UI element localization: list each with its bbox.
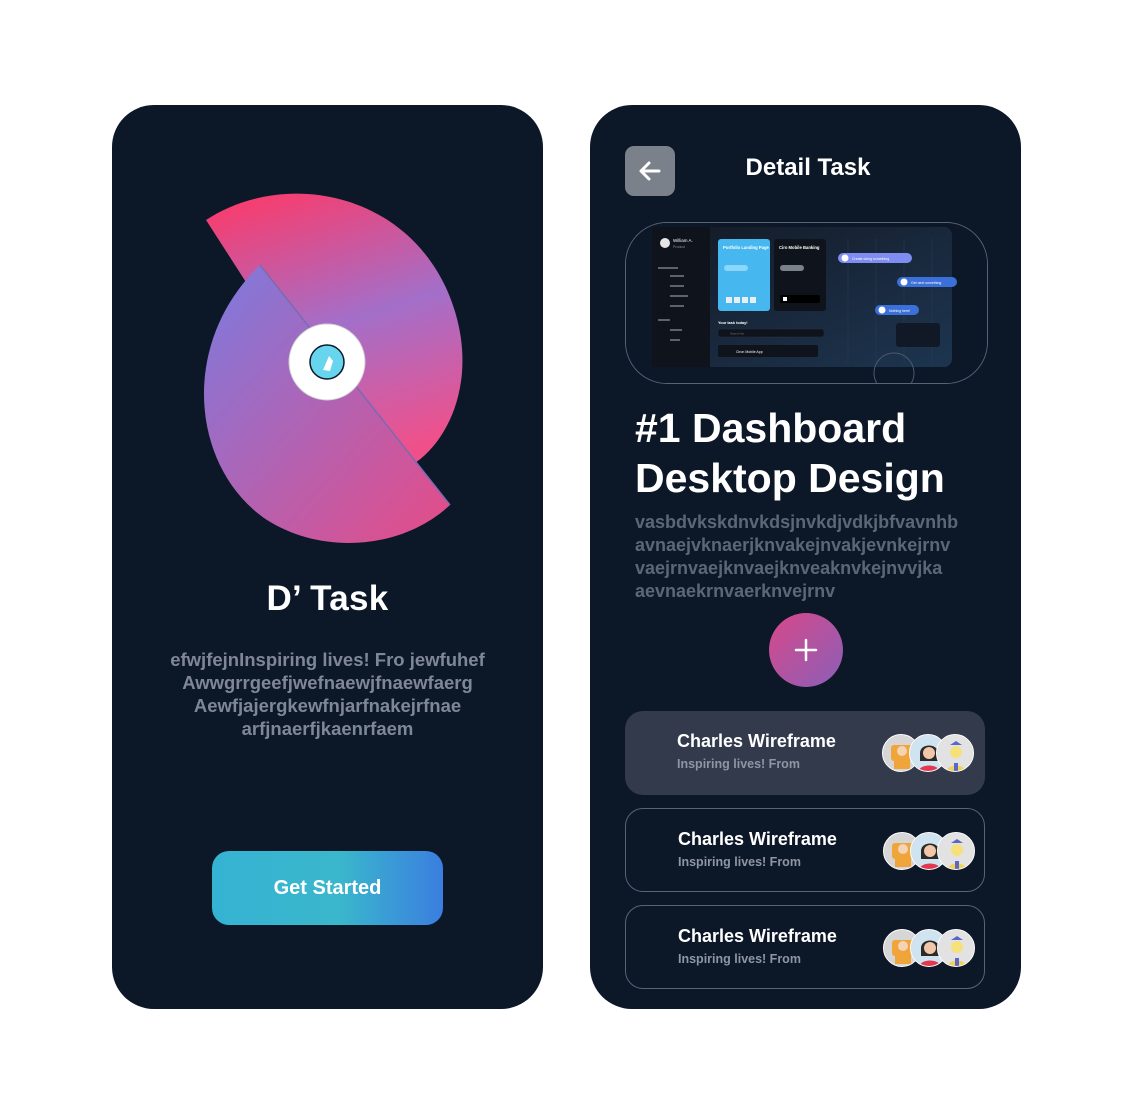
task-card[interactable]: Charles Wireframe Inspiring lives! From xyxy=(625,808,985,892)
task-card-subtitle: Inspiring lives! From xyxy=(678,855,801,869)
preview-user-role: Product xyxy=(673,245,685,249)
task-card[interactable]: Charles Wireframe Inspiring lives! From xyxy=(625,711,985,795)
screen-title: Detail Task xyxy=(745,154,871,181)
task-description-line: aevnaekrnvaerknvejrnv xyxy=(635,581,836,601)
avatar-group xyxy=(882,734,982,774)
tagline-line: Awwgrrgeefjwefnaewjfnaewfaerg xyxy=(182,672,473,693)
task-card-subtitle: Inspiring lives! From xyxy=(677,757,800,771)
task-description-line: vasbdvkskdnvkdsjnvkdjvdkjbfvavnhb xyxy=(635,512,959,532)
tagline-line: Aewfjajergkewfnjarfnakejrfnae xyxy=(193,695,462,716)
preview-list-item: Ciron Mobile App xyxy=(736,350,763,354)
task-heading-line: #1 Dashboard xyxy=(635,405,907,451)
avatar-icon xyxy=(937,832,975,870)
task-card-title: Charles Wireframe xyxy=(678,829,837,849)
preview-chat-1: Create doing something xyxy=(852,257,889,261)
task-card-title: Charles Wireframe xyxy=(678,926,837,946)
task-heading-line: Desktop Design xyxy=(635,455,945,501)
task-card[interactable]: Charles Wireframe Inspiring lives! From xyxy=(625,905,985,989)
preview-chat-3: Nothing here! xyxy=(889,309,910,313)
task-card-title: Charles Wireframe xyxy=(677,731,836,751)
task-heading: #1 Dashboard Desktop Design xyxy=(635,403,945,503)
tagline-line: efwjfejnInspiring lives! Fro jewfuhef xyxy=(170,649,485,670)
avatar-icon xyxy=(936,734,974,772)
task-description-line: vaejrnvaejknvaejknveaknvkejnvvjka xyxy=(635,558,943,578)
dashboard-preview-image: William A. Product Portfolio Landing Pag… xyxy=(626,223,987,383)
avatar-group xyxy=(883,832,983,872)
tagline: efwjfejnInspiring lives! Fro jewfuhef Aw… xyxy=(152,648,503,740)
preview-card1-title: Portfolio Landing Page xyxy=(723,245,770,250)
avatar-group xyxy=(883,929,983,969)
plus-icon xyxy=(794,638,818,662)
preview-section-label: Your task today! xyxy=(718,321,747,325)
add-task-button[interactable] xyxy=(769,613,843,687)
task-card-subtitle: Inspiring lives! From xyxy=(678,952,801,966)
task-description: vasbdvkskdnvkdsjnvkdjvdkjbfvavnhb avnaej… xyxy=(635,511,958,603)
task-description-line: avnaejvknaerjknvakejnvakjevnkejrnv xyxy=(635,535,951,555)
app-logo-icon xyxy=(203,193,463,543)
detail-task-screen: Detail Task William A. Product Portfolio… xyxy=(590,105,1021,1009)
preview-search: Search list xyxy=(730,332,744,336)
preview-user-name: William A. xyxy=(673,238,693,243)
avatar-icon xyxy=(937,929,975,967)
tagline-line: arfjnaerfjkaenrfaem xyxy=(241,718,414,739)
back-button[interactable] xyxy=(625,146,675,196)
splash-screen: D’ Task efwjfejnInspiring lives! Fro jew… xyxy=(112,105,543,1009)
preview-card2-title: Ciro Mobile Banking xyxy=(779,245,820,250)
preview-chat-2: Get next something xyxy=(911,281,941,285)
get-started-button[interactable]: Get Started xyxy=(212,851,443,925)
app-name: D’ Task xyxy=(266,579,389,618)
back-arrow-icon xyxy=(639,161,661,181)
design-preview[interactable]: William A. Product Portfolio Landing Pag… xyxy=(625,222,988,384)
